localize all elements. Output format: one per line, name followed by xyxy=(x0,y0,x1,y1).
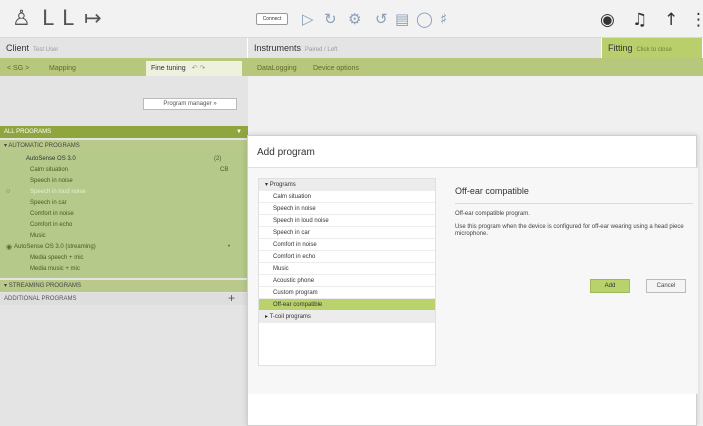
additional-programs-header[interactable]: ADDITIONAL PROGRAMS + xyxy=(0,292,248,305)
program-speech-in-loud-noise[interactable]: Speech in loud noise xyxy=(30,189,86,195)
detail-title: Off-ear compatible xyxy=(455,186,529,196)
streaming-bullet-icon: ◉ xyxy=(6,244,13,251)
detail-divider xyxy=(455,203,693,204)
connect-button[interactable]: Connect xyxy=(256,13,288,25)
calm-badge: CB xyxy=(220,167,229,173)
collapse-icon: ▾ xyxy=(4,283,8,289)
program-comfort-in-echo[interactable]: Comfort in echo xyxy=(30,222,72,228)
client-label: Client xyxy=(6,43,30,53)
sync-icon[interactable]: ◯ xyxy=(416,10,433,28)
add-button[interactable]: Add xyxy=(590,279,630,293)
program-calm[interactable]: Calm situation xyxy=(30,167,68,173)
fitting-sub: Click to close xyxy=(636,47,672,53)
list-item[interactable]: Speech in noise xyxy=(259,203,435,215)
save-icon[interactable]: ▤ xyxy=(395,10,409,28)
cancel-button[interactable]: Cancel xyxy=(646,279,686,293)
autosense-badge: (2) xyxy=(214,156,222,162)
program-media-music[interactable]: Media music + mic xyxy=(30,266,80,272)
expand-tcoil-icon: ▸ xyxy=(265,314,269,320)
side-nav-tab[interactable]: < SG > xyxy=(2,61,34,76)
list-item[interactable]: Calm situation xyxy=(259,191,435,203)
all-programs-label: ALL PROGRAMS xyxy=(4,129,52,135)
detail-description: Use this program when the device is conf… xyxy=(455,224,684,237)
dialog-title: Add program xyxy=(257,147,315,158)
streaming-programs-header[interactable]: ▾ STREAMING PROGRAMS xyxy=(0,280,248,292)
double-chevron-icon: » xyxy=(213,101,217,107)
fitting-header[interactable]: Fitting Click to close xyxy=(602,38,703,58)
expand-programs-icon: ▾ xyxy=(265,182,269,188)
tab-row: < SG > Mapping Fine tuning ↶ ↷ DataLoggin… xyxy=(0,58,703,76)
streaming-programs-label: STREAMING PROGRAMS xyxy=(8,283,82,289)
autosense-streaming-item[interactable]: AutoSense OS 3.0 (streaming) xyxy=(14,244,96,250)
group-programs[interactable]: ▾ Programs xyxy=(259,179,435,191)
additional-programs-label: ADDITIONAL PROGRAMS xyxy=(4,296,77,302)
client-header[interactable]: Client Test User xyxy=(0,38,248,58)
autosense-item[interactable]: AutoSense OS 3.0 xyxy=(26,156,76,162)
tab-mapping[interactable]: Mapping xyxy=(44,61,81,76)
instruments-label: Instruments xyxy=(254,43,302,53)
detail-summary: Off-ear compatible program. xyxy=(455,211,530,217)
list-item[interactable]: Custom program xyxy=(259,287,435,299)
hearing-aid-right-icon[interactable]: L xyxy=(62,6,74,30)
program-media-speech[interactable]: Media speech + mic xyxy=(30,255,84,261)
globe-icon[interactable]: ◉ xyxy=(600,10,615,30)
program-manager-button[interactable]: Program manager » xyxy=(143,98,237,110)
help-icon[interactable]: ♫ xyxy=(632,10,647,30)
program-comfort-in-noise[interactable]: Comfort in noise xyxy=(30,211,74,217)
tab-fine-tuning-label: Fine tuning xyxy=(151,65,186,72)
sync-devices-icon[interactable]: ♯ xyxy=(440,10,447,28)
radio-icon: ○ xyxy=(6,188,11,195)
program-panel: Program manager » ALL PROGRAMS ▼ ▾ AUTOM… xyxy=(0,76,248,426)
program-speech-in-car[interactable]: Speech in car xyxy=(30,200,67,206)
automatic-programs-header[interactable]: ▾ AUTOMATIC PROGRAMS xyxy=(0,140,248,152)
undo-redo-icon[interactable]: ↶ ↷ xyxy=(192,65,206,72)
group-programs-label: Programs xyxy=(269,182,296,188)
program-list: AutoSense OS 3.0 (2) Calm situation CB S… xyxy=(0,152,248,278)
client-sub: Test User xyxy=(33,47,59,53)
dialog-body: ▾ Programs Calm situation Speech in nois… xyxy=(248,168,698,394)
instruments-sub: Paired / Left xyxy=(305,47,338,53)
play-icon[interactable]: ▷ xyxy=(302,10,314,28)
export-icon[interactable]: ↦ xyxy=(84,6,102,30)
info-icon[interactable]: ↑ xyxy=(664,10,678,30)
tab-fine-tuning[interactable]: Fine tuning ↶ ↷ xyxy=(146,61,242,76)
main-toolbar: ♙ L L ↦ Connect ▷ ↻ ⚙ ↺ ▤ ◯ ♯ ◉ ♫ ↑ ⋮ xyxy=(0,0,703,38)
menu-icon[interactable]: ⋮ xyxy=(690,10,703,30)
program-type-list: ▾ Programs Calm situation Speech in nois… xyxy=(258,178,436,366)
add-program-icon[interactable]: + xyxy=(228,292,235,304)
refresh-icon[interactable]: ↺ xyxy=(375,10,388,28)
list-item[interactable]: Speech in car xyxy=(259,227,435,239)
list-item[interactable]: Music xyxy=(259,263,435,275)
group-tcoil[interactable]: ▸ T-coil programs xyxy=(259,311,435,323)
streaming-dot-icon: • xyxy=(228,244,231,250)
settings-icon[interactable]: ⚙ xyxy=(348,10,361,28)
expand-icon: ▾ xyxy=(4,143,8,149)
list-item[interactable]: Acoustic phone xyxy=(259,275,435,287)
program-manager-label: Program manager xyxy=(163,101,212,107)
instruments-header[interactable]: Instruments Paired / Left xyxy=(248,38,602,58)
tab-datalogging[interactable]: DataLogging xyxy=(252,61,302,76)
hearing-aid-left-icon[interactable]: L xyxy=(42,6,54,30)
list-item-selected[interactable]: Off-ear compatible xyxy=(259,299,435,311)
all-programs-header[interactable]: ALL PROGRAMS ▼ xyxy=(0,126,248,138)
list-item[interactable]: Comfort in noise xyxy=(259,239,435,251)
audiogram-icon[interactable]: ↻ xyxy=(324,10,337,28)
list-item[interactable]: Comfort in echo xyxy=(259,251,435,263)
program-music[interactable]: Music xyxy=(30,233,46,239)
list-item[interactable]: Speech in loud noise xyxy=(259,215,435,227)
fitting-label: Fitting xyxy=(608,43,633,53)
group-tcoil-label: T-coil programs xyxy=(269,314,311,320)
program-speech-in-noise[interactable]: Speech in noise xyxy=(30,178,73,184)
automatic-programs-label: AUTOMATIC PROGRAMS xyxy=(8,143,80,149)
user-icon[interactable]: ♙ xyxy=(12,6,31,30)
tab-device-options[interactable]: Device options xyxy=(308,61,364,76)
dropdown-icon: ▼ xyxy=(236,129,242,135)
